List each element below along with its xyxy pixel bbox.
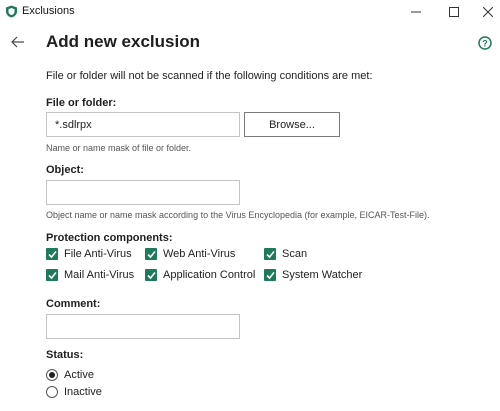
checkbox-mail-anti-virus[interactable]: Mail Anti-Virus: [46, 268, 134, 282]
close-icon: [483, 7, 493, 17]
checkbox-checked-icon: [46, 248, 58, 260]
checkbox-label: Scan: [282, 248, 308, 260]
checkbox-label: Mail Anti-Virus: [64, 269, 135, 281]
radio-label: Inactive: [64, 386, 102, 398]
checkbox-scan[interactable]: Scan: [264, 247, 307, 261]
radio-inactive[interactable]: Inactive: [46, 385, 102, 399]
intro-text: File or folder will not be scanned if th…: [46, 70, 373, 82]
checkbox-checked-icon: [46, 269, 58, 281]
comment-label: Comment:: [46, 298, 101, 310]
radio-selected-icon: [46, 369, 58, 381]
checkbox-checked-icon: [264, 269, 276, 281]
checkbox-checked-icon: [264, 248, 276, 260]
checkbox-label: System Watcher: [282, 269, 363, 281]
maximize-icon: [449, 7, 459, 17]
radio-active[interactable]: Active: [46, 368, 94, 382]
object-label: Object:: [46, 164, 84, 176]
maximize-button[interactable]: [436, 0, 472, 24]
file-or-folder-label: File or folder:: [46, 97, 117, 109]
minimize-icon: [411, 11, 421, 13]
checkbox-label: Application Control: [163, 269, 256, 281]
help-icon[interactable]: ?: [478, 36, 492, 50]
object-hint: Object name or name mask according to th…: [46, 210, 430, 220]
checkbox-checked-icon: [145, 248, 157, 260]
protection-components-label: Protection components:: [46, 232, 173, 244]
checkbox-file-anti-virus[interactable]: File Anti-Virus: [46, 247, 132, 261]
status-label: Status:: [46, 349, 84, 361]
file-or-folder-input[interactable]: [46, 112, 240, 137]
checkbox-label: Web Anti-Virus: [163, 248, 236, 260]
checkbox-application-control[interactable]: Application Control: [145, 268, 255, 282]
object-input[interactable]: [46, 180, 240, 205]
minimize-button[interactable]: [398, 0, 434, 24]
radio-unselected-icon: [46, 386, 58, 398]
arrow-left-icon[interactable]: [10, 34, 26, 50]
browse-button[interactable]: Browse...: [244, 112, 340, 137]
checkbox-web-anti-virus[interactable]: Web Anti-Virus: [145, 247, 235, 261]
close-button[interactable]: [470, 0, 500, 24]
checkbox-label: File Anti-Virus: [64, 248, 132, 260]
file-or-folder-hint: Name or name mask of file or folder.: [46, 143, 192, 153]
title-bar: Exclusions: [0, 0, 500, 24]
page-title: Add new exclusion: [46, 32, 200, 51]
svg-text:?: ?: [482, 38, 488, 48]
radio-label: Active: [64, 369, 94, 381]
checkbox-checked-icon: [145, 269, 157, 281]
window-title: Exclusions: [22, 5, 75, 17]
comment-input[interactable]: [46, 314, 240, 339]
checkbox-system-watcher[interactable]: System Watcher: [264, 268, 362, 282]
shield-icon: [6, 5, 17, 18]
